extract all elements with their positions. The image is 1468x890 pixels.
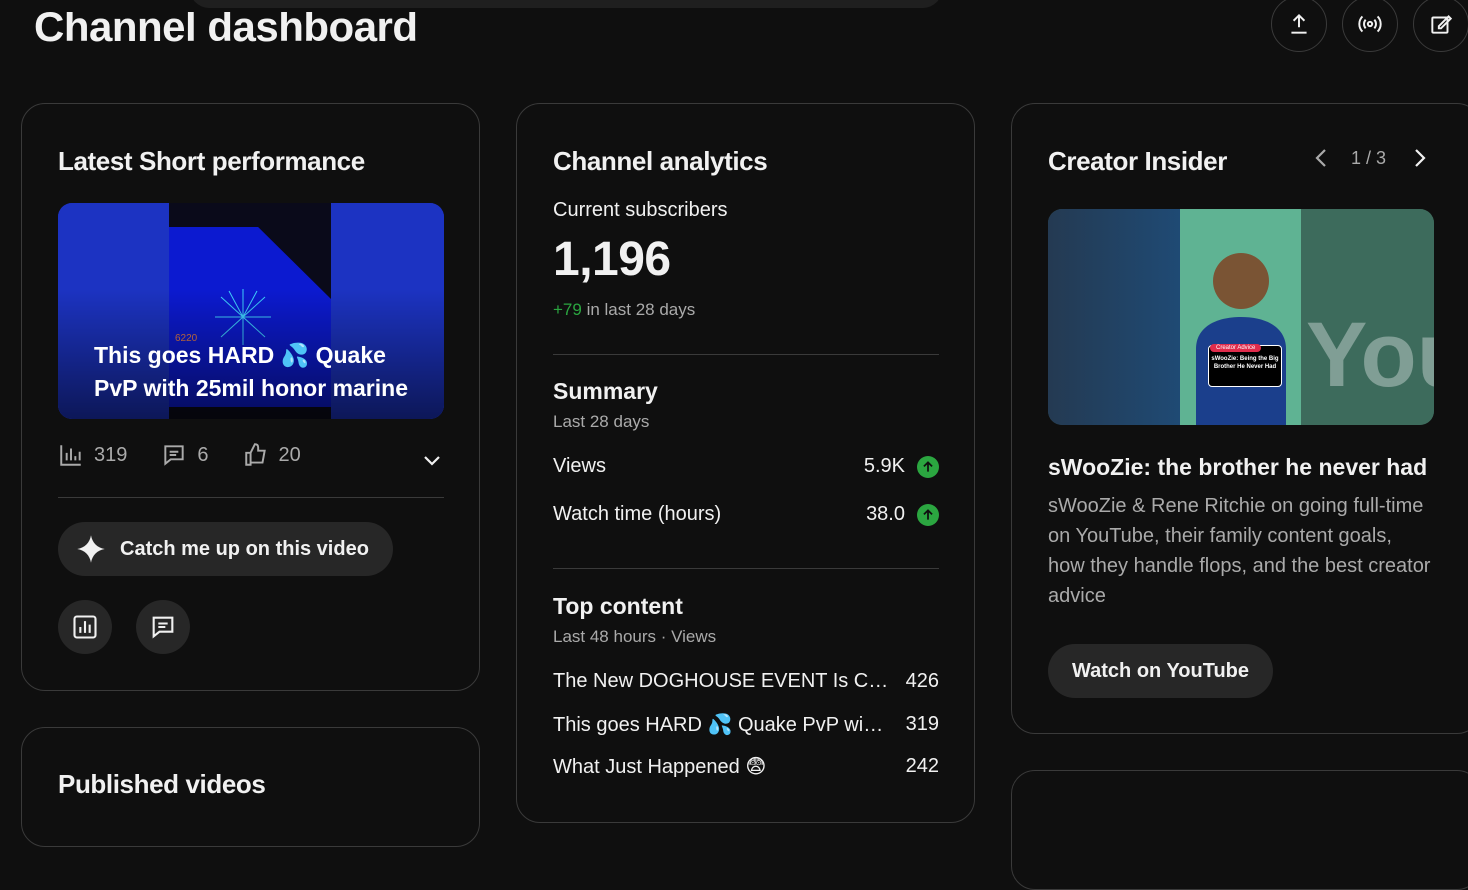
top-content-title: What Just Happened 😨 [553, 756, 767, 778]
analytics-icon [73, 615, 97, 639]
views-stat: 319 [58, 442, 127, 468]
likes-stat: 20 [243, 442, 301, 468]
search-bar-edge[interactable] [190, 0, 942, 8]
metric-label: Views [553, 455, 606, 477]
chevron-left-icon[interactable] [1310, 146, 1334, 170]
short-title: This goes HARD 💦 Quake PvP with 25mil ho… [94, 342, 408, 401]
metric-row-watch-time[interactable]: Watch time (hours) 38.0 [553, 503, 939, 526]
sparkle-icon [77, 535, 105, 563]
top-content-views: 426 [905, 670, 939, 692]
pager-indicator: 1 / 3 [1351, 148, 1387, 168]
card-heading: Creator Insider [1048, 146, 1227, 176]
published-videos-card: Published videos [21, 727, 480, 847]
chevron-down-icon[interactable] [420, 448, 444, 472]
channel-analytics-card: Channel analytics Current subscribers 1,… [516, 103, 975, 823]
metric-label: Watch time (hours) [553, 503, 722, 525]
create-post-icon [1431, 15, 1453, 34]
top-content-title: The New DOGHOUSE EVENT Is Coming [553, 670, 889, 692]
go-live-button[interactable] [1342, 0, 1398, 52]
comments-button[interactable] [136, 600, 190, 654]
insider-video-title: sWooZie: the brother he never had [1048, 454, 1428, 480]
top-content-heading: Top content [553, 593, 683, 619]
insider-description: sWooZie & Rene Ritchie on going full-tim… [1048, 495, 1431, 607]
subscriber-count: 1,196 [553, 233, 671, 286]
person-silhouette [1196, 253, 1286, 425]
top-content-views: 319 [905, 713, 939, 735]
thumbs-up-icon [244, 443, 266, 466]
upload-icon [1291, 13, 1307, 34]
views-count: 319 [94, 443, 128, 466]
page-title: Channel dashboard [34, 3, 418, 50]
metric-value: 5.9K [863, 455, 905, 477]
thumb-word: You [1306, 304, 1434, 406]
short-stats: 319 6 20 [58, 442, 335, 468]
comment-icon [164, 445, 185, 466]
short-thumbnail[interactable]: 6220 This goes HARD 💦 Quake PvP with 25m… [58, 203, 444, 419]
catch-me-up-button[interactable]: Catch me up on this video [58, 522, 393, 576]
card-heading: Published videos [58, 769, 266, 799]
next-card [1011, 770, 1468, 890]
delta-text: in last 28 days [586, 300, 696, 319]
watch-on-youtube-button[interactable]: Watch on YouTube [1048, 644, 1274, 698]
card-heading: Channel analytics [553, 146, 768, 176]
analytics-button[interactable] [58, 600, 112, 654]
top-content-row[interactable]: The New DOGHOUSE EVENT Is Coming 426 [553, 670, 939, 693]
insider-thumbnail[interactable]: You sWooZie: Being the Big Brother He Ne… [1048, 209, 1434, 425]
likes-count: 20 [278, 443, 301, 466]
thumb-badge: Creator Advice [1210, 344, 1262, 352]
metric-value: 38.0 [866, 503, 905, 525]
watch-label: Watch on YouTube [1072, 659, 1250, 682]
subscriber-delta: +79 in last 28 days [553, 300, 695, 320]
create-post-button[interactable] [1413, 0, 1468, 52]
comments-stat: 6 [161, 442, 209, 468]
subscribers-label: Current subscribers [553, 199, 728, 221]
delta-value: +79 [553, 300, 582, 319]
metric-row-views[interactable]: Views 5.9K [553, 455, 939, 478]
card-heading: Latest Short performance [58, 146, 365, 176]
top-content-row[interactable]: What Just Happened 😨 242 [553, 754, 939, 779]
top-content-title: This goes HARD 💦 Quake PvP with 25mil ho… [553, 714, 887, 736]
go-live-icon [1358, 15, 1382, 33]
creator-insider-card: Creator Insider 1 / 3 You sWooZie: Being… [1011, 103, 1468, 734]
bar-chart-icon [60, 445, 81, 466]
latest-short-card: Latest Short performance 6220 This goes … [21, 103, 480, 691]
comment-icon [152, 616, 174, 639]
summary-period: Last 28 days [553, 412, 650, 431]
comments-count: 6 [197, 443, 209, 466]
upload-button[interactable] [1271, 0, 1327, 52]
trend-up-icon [917, 455, 939, 478]
chevron-right-icon[interactable] [1407, 146, 1431, 170]
top-content-views: 242 [905, 755, 939, 777]
summary-heading: Summary [553, 378, 658, 404]
trend-up-icon [917, 503, 939, 526]
catch-me-up-label: Catch me up on this video [120, 537, 369, 560]
top-content-row[interactable]: This goes HARD 💦 Quake PvP with 25mil ho… [553, 712, 939, 737]
top-content-period: Last 48 hours · Views [553, 627, 717, 646]
